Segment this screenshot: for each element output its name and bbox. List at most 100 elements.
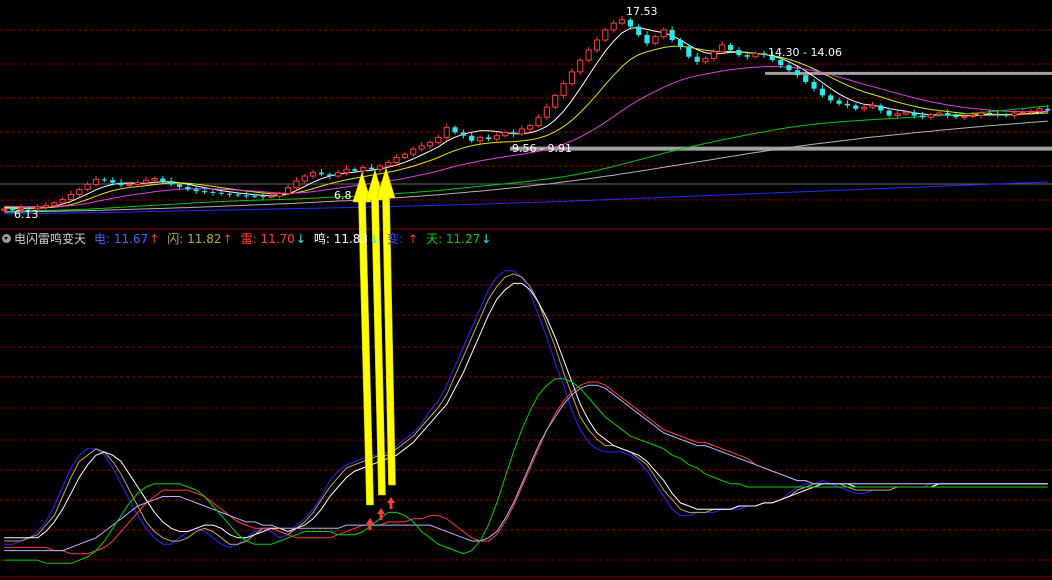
candle-body [327,174,333,177]
candlestick [602,27,609,42]
candle-body [961,115,968,118]
candle-body [953,115,959,118]
indicator-value-text: 鸣: 11.83 [313,231,369,246]
candle-body [126,183,133,186]
candle-body [995,113,1001,115]
candle-body [861,106,868,110]
candle-body [936,112,943,116]
candle-body [276,193,283,197]
candle-body [352,169,358,171]
candle-body [318,172,325,175]
candle-body [902,111,909,115]
candle-body [836,100,842,104]
candle-body [794,70,800,76]
candle-body [185,186,191,190]
candle-body [502,131,509,137]
high-price-label: 17.53 [626,5,658,18]
candle-body [636,26,642,35]
candle-body [368,167,375,170]
candle-body [686,46,692,57]
low-mark-label: 6.8 [334,189,352,202]
indicator-value-text: 变: [387,231,407,246]
candle-body [736,50,742,56]
candle-body [919,115,926,118]
candle-body [476,136,484,142]
candle-body [168,181,174,185]
collapse-circle-icon[interactable] [2,233,11,243]
candle-body [218,192,224,194]
stock-chart: 17.53 14.30 - 14.06 9.56 - 9.91 6.8 6.13 [0,0,1052,580]
candle-body [201,191,208,193]
candle-body [84,183,91,190]
candle-body [118,182,124,186]
candle-body [143,179,150,184]
candle-body [710,51,717,59]
trend-arrow-icon: ↓ [369,231,380,246]
candle-body [610,22,617,31]
candle-body [1028,110,1035,113]
candle-body [878,105,884,111]
candle-body [385,162,392,167]
candle-body [401,153,409,159]
candle-body [393,157,400,164]
indicator-value-item: 鸣: 11.83↓ [314,232,379,246]
candle-body [677,39,684,47]
candle-body [969,115,976,118]
candle-body [227,193,233,195]
candle-body [844,103,851,106]
candle-body [42,204,50,208]
candle-body [343,168,350,174]
candle-body [786,65,792,71]
candle-body [527,125,534,130]
candle-body [1011,112,1018,117]
candle-body [418,145,425,150]
indicator-value-text: 雷: 11.70 [240,231,295,246]
candle-body [210,191,216,193]
candle-body [1045,108,1051,111]
candle-body [310,172,317,177]
candlestick [577,58,584,75]
trend-arrow-icon: ↓ [295,231,306,246]
candle-body [1003,114,1009,116]
candle-body [1036,108,1043,112]
candle-body [469,135,475,141]
candle-body [268,195,275,198]
candle-body [719,44,726,53]
candle-body [811,81,817,89]
candle-body [986,113,992,115]
candle-body [301,175,308,182]
indicator-value-item: 闪: 11.82↑ [167,232,232,246]
candle-body [193,189,199,192]
candle-body [260,196,266,198]
candle-body [894,113,901,117]
candle-body [452,127,458,133]
candle-body [293,180,300,189]
candle-body [76,188,83,195]
indicator-value-text: 闪: 11.82 [167,231,222,246]
high-zone-label: 14.30 - 14.06 [768,46,842,59]
candle-body [435,136,442,143]
candle-body [376,165,383,170]
candle-body [235,194,241,196]
candle-body [410,148,417,155]
indicator-value-item: 变: ↑ [387,232,418,246]
candle-body [911,112,917,116]
candle-body [485,137,492,140]
candle-body [110,180,116,183]
candle-body [652,36,659,44]
candle-body [694,56,700,62]
candle-body [360,167,367,172]
candle-body [828,95,834,101]
candle-body [510,132,517,135]
indicator-values: 电: 11.67↑ 闪: 11.82↑ 雷: 11.70↓ 鸣: 11.83↓ 变: ↑… [94,230,499,247]
indicator-value-text: 天: 11.27 [426,231,481,246]
candlestick [552,93,559,110]
candle-body [886,110,892,116]
candle-body [585,49,592,61]
candle-body [543,106,550,118]
candle-body [443,126,450,138]
candle-body [869,104,876,108]
chart-background [0,0,1052,580]
support-zone-label: 9.56 - 9.91 [512,142,572,155]
candlestick [560,80,567,99]
